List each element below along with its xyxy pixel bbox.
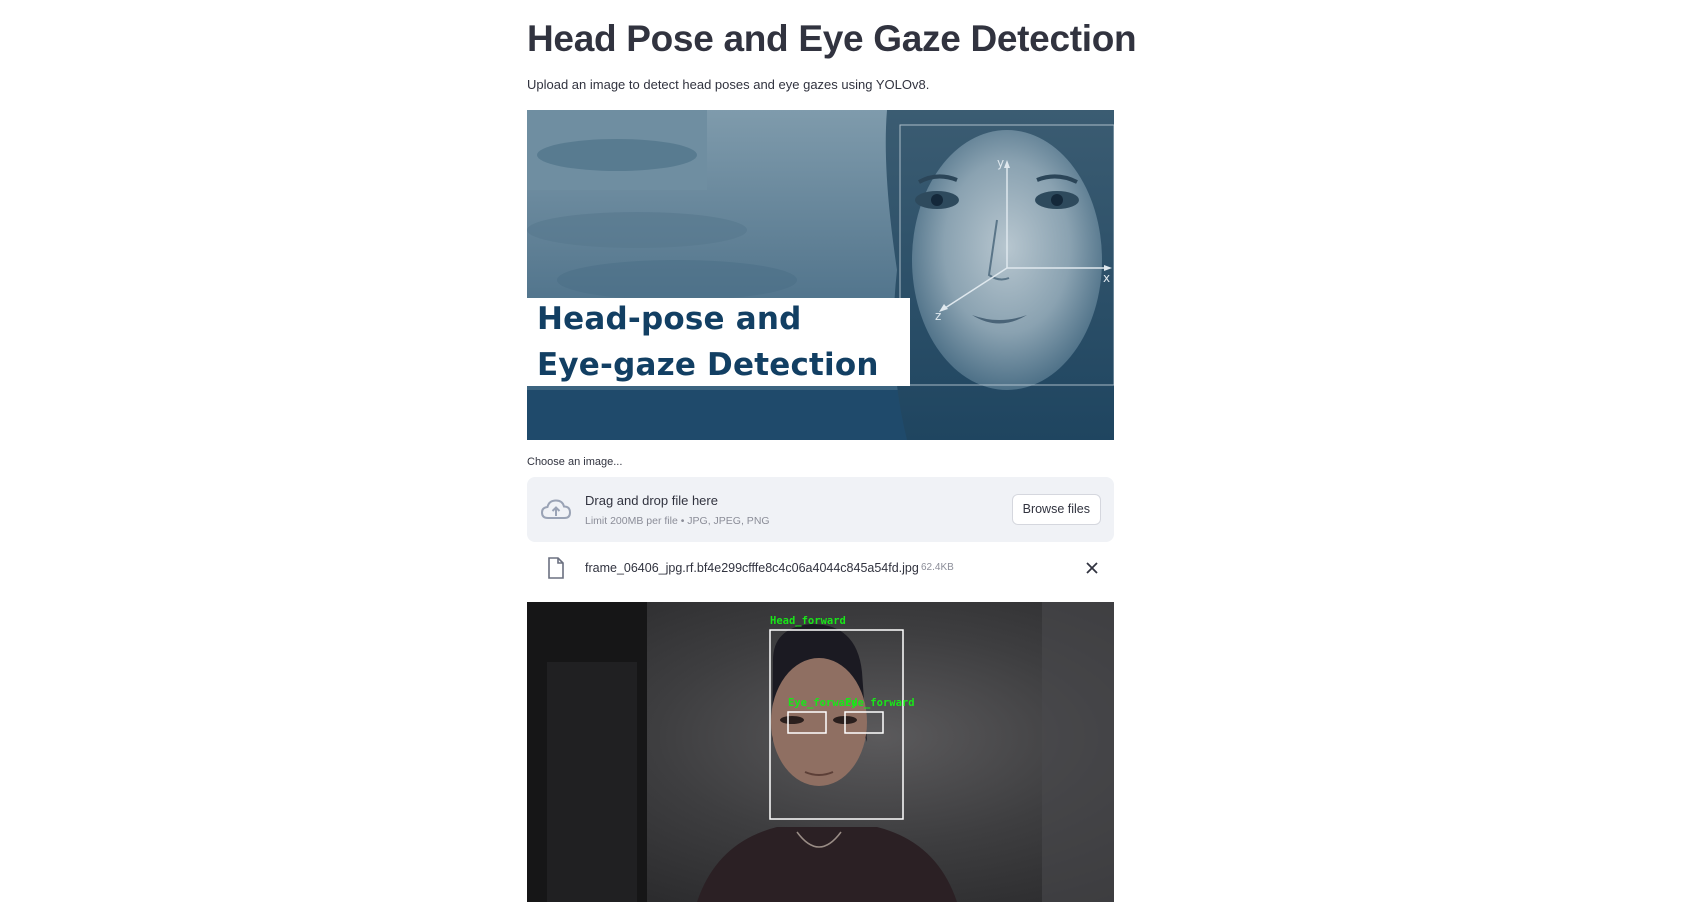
dropzone-title: Drag and drop file here	[585, 493, 718, 508]
banner-heading-line1: Head-pose and	[537, 301, 802, 337]
banner-heading-line2: Eye-gaze Detection	[537, 347, 879, 383]
page-title: Head Pose and Eye Gaze Detection	[527, 18, 1137, 59]
close-icon[interactable]	[1084, 560, 1100, 576]
axis-label-x: x	[1103, 271, 1110, 285]
dropzone-limit: Limit 200MB per file • JPG, JPEG, PNG	[585, 515, 770, 527]
banner-text-box: Head-pose and Eye-gaze Detection	[527, 298, 910, 386]
uploaded-file-size: 62.4KB	[921, 562, 954, 573]
file-dropzone[interactable]: Drag and drop file here Limit 200MB per …	[527, 477, 1114, 542]
uploader-label: Choose an image...	[527, 456, 623, 468]
file-icon	[548, 557, 564, 579]
detection-label-head: Head_forward	[770, 615, 846, 627]
detection-label-eye-right: Eye_forward	[845, 697, 915, 709]
banner-graphic: y x z	[527, 110, 1114, 440]
uploaded-file-row: frame_06406_jpg.rf.bf4e299cfffe8c4c06a40…	[527, 553, 1114, 583]
axis-label-y: y	[997, 156, 1004, 170]
axis-label-z: z	[935, 309, 941, 323]
detection-result-image: Head_forward Eye_forward Eye_forward	[527, 602, 1114, 902]
result-photo	[527, 602, 1114, 902]
uploaded-file-name: frame_06406_jpg.rf.bf4e299cfffe8c4c06a40…	[585, 561, 919, 575]
cloud-upload-icon	[540, 499, 572, 519]
browse-files-button[interactable]: Browse files	[1011, 494, 1101, 525]
page-subtitle: Upload an image to detect head poses and…	[527, 77, 930, 92]
banner-image: y x z Head-pose and Eye-gaze Detection	[527, 110, 1114, 440]
